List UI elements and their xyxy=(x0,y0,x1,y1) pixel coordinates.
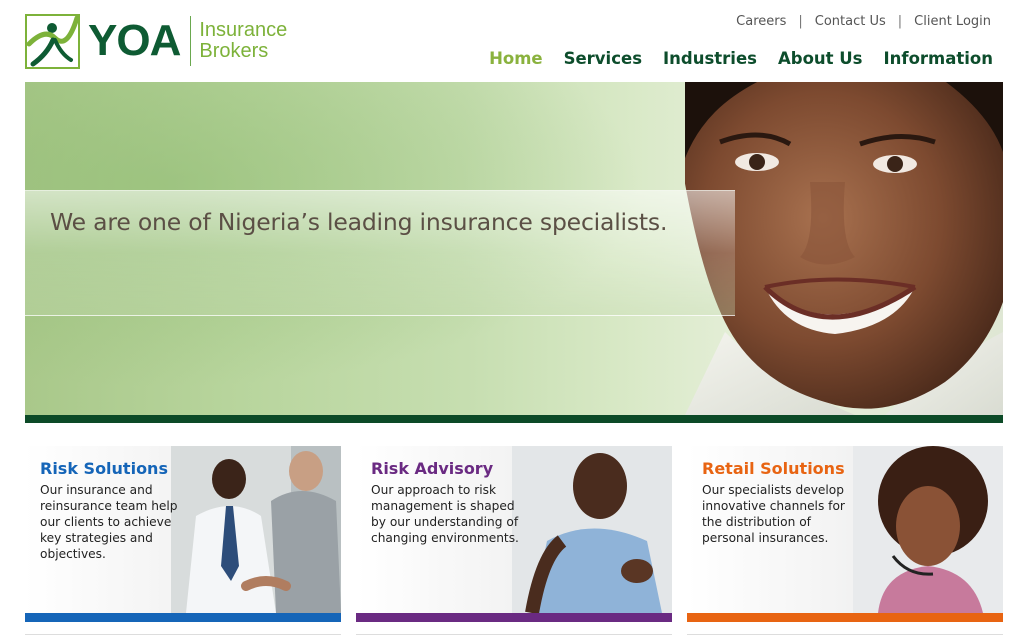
hero-banner[interactable]: We are one of Nigeria’s leading insuranc… xyxy=(25,82,1003,423)
hero-bottom-bar xyxy=(25,415,1003,423)
logo-divider xyxy=(190,16,192,66)
utility-separator: | xyxy=(897,14,903,29)
card-accent-bar xyxy=(687,613,1003,622)
logo-subtitle: Insurance Brokers xyxy=(199,20,287,62)
site-logo[interactable]: YOA Insurance Brokers xyxy=(25,13,287,69)
nav-home[interactable]: Home xyxy=(489,49,543,68)
card-accent-bar xyxy=(25,613,341,622)
client-login-link[interactable]: Client Login xyxy=(914,14,991,29)
nav-about-us[interactable]: About Us xyxy=(778,49,863,68)
advisor-photo-image xyxy=(512,446,672,613)
card-title[interactable]: Risk Advisory xyxy=(371,459,493,478)
nav-industries[interactable]: Industries xyxy=(663,49,757,68)
logo-subtitle-line1: Insurance xyxy=(199,19,288,41)
logo-wordmark: YOA xyxy=(88,16,181,65)
site-header: YOA Insurance Brokers Careers | Contact … xyxy=(0,0,1036,82)
divider xyxy=(356,634,672,635)
logo-subtitle-line2: Brokers xyxy=(199,40,269,62)
feature-cards: Risk Solutions Our insurance and reinsur… xyxy=(25,446,1003,622)
nav-services[interactable]: Services xyxy=(564,49,642,68)
nav-information[interactable]: Information xyxy=(884,49,994,68)
divider xyxy=(25,634,341,635)
card-description: Our insurance and reinsurance team help … xyxy=(40,483,178,561)
hero-tagline: We are one of Nigeria’s leading insuranc… xyxy=(50,208,668,236)
divider xyxy=(687,634,1003,635)
careers-link[interactable]: Careers xyxy=(736,14,786,29)
customer-agent-photo-image xyxy=(853,446,1003,613)
card-title[interactable]: Risk Solutions xyxy=(40,459,168,478)
card-retail-solutions[interactable]: Retail Solutions Our specialists develop… xyxy=(687,446,1003,622)
card-title[interactable]: Retail Solutions xyxy=(702,459,845,478)
contact-us-link[interactable]: Contact Us xyxy=(815,14,886,29)
utility-separator: | xyxy=(798,14,803,29)
card-risk-solutions[interactable]: Risk Solutions Our insurance and reinsur… xyxy=(25,446,341,622)
card-description: Our approach to risk management is shape… xyxy=(371,483,519,545)
utility-nav: Careers | Contact Us | Client Login xyxy=(736,14,991,29)
card-accent-bar xyxy=(356,613,672,622)
card-risk-advisory[interactable]: Risk Advisory Our approach to risk manag… xyxy=(356,446,672,622)
logo-emblem-icon xyxy=(25,13,80,69)
handshake-photo-image xyxy=(171,446,341,613)
card-description: Our specialists develop innovative chann… xyxy=(702,483,845,545)
main-nav: Home Services Industries About Us Inform… xyxy=(489,49,993,68)
